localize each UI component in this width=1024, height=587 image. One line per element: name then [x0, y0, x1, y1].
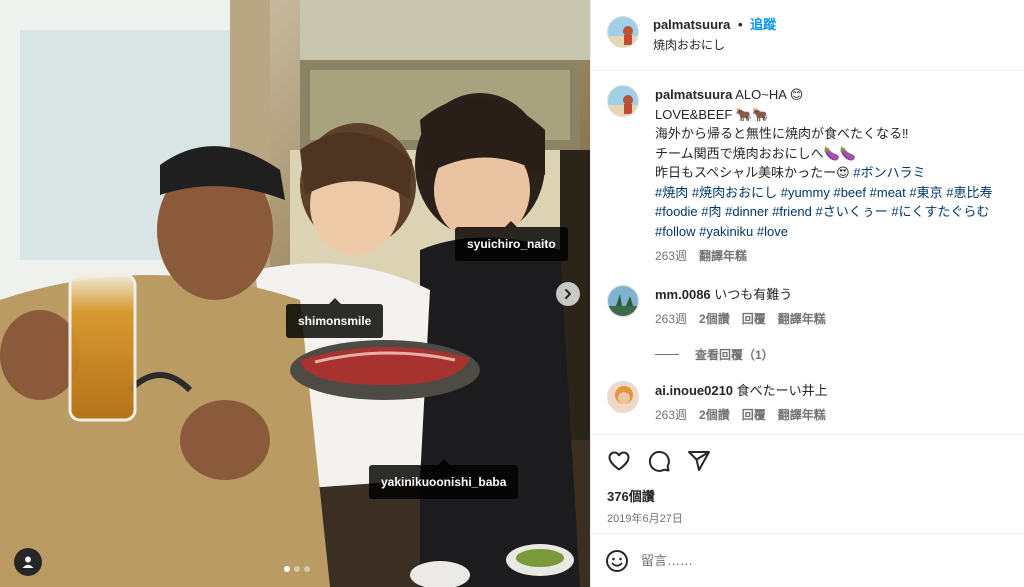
- photo-tag-label: syuichiro_naito: [467, 237, 556, 251]
- comment-button[interactable]: [639, 441, 679, 481]
- hashtag-link[interactable]: #焼肉: [655, 185, 688, 200]
- caption-line: チーム関西で焼肉おおにしへ🍆🍆: [655, 145, 856, 161]
- post-header: palmatsuura • 追蹤 焼肉おおにし: [591, 0, 1024, 71]
- avatar-image: [608, 285, 638, 316]
- caption-username[interactable]: palmatsuura: [655, 87, 732, 102]
- comment-row: mm.0086 いつも有難う 263週 2個讚 回覆 翻譯年糕: [607, 284, 1008, 330]
- caption-line: ALO~HA 😊: [735, 87, 804, 102]
- carousel-dot-active: [284, 566, 290, 572]
- photo-tag-syuichiro-naito[interactable]: syuichiro_naito: [455, 221, 568, 261]
- caption-body: palmatsuura ALO~HA 😊 LOVE&BEEF 🐂🐂 海外から帰る…: [655, 85, 1008, 267]
- hashtag-link[interactable]: #meat: [870, 185, 906, 200]
- caption-row: palmatsuura ALO~HA 😊 LOVE&BEEF 🐂🐂 海外から帰る…: [607, 85, 1008, 267]
- action-bar: [591, 434, 1024, 486]
- hashtag-link[interactable]: #さいくぅー: [816, 204, 888, 219]
- hashtag-link[interactable]: #dinner: [725, 204, 768, 219]
- post-date[interactable]: 2019年6月27日: [607, 510, 683, 526]
- hashtag-link[interactable]: #yakiniku: [699, 224, 753, 239]
- location-link[interactable]: 焼肉おおにし: [653, 36, 776, 54]
- post-sidebar: palmatsuura • 追蹤 焼肉おおにし palmatsuura ALO~…: [590, 0, 1024, 587]
- comment-body: ai.inoue0210 食べたーい井上 263週 2個讚 回覆 翻譯年糕: [655, 381, 1008, 426]
- caption-hashtags: #焼肉 #焼肉おおにし #yummy #beef #meat #東京 #恵比寿 …: [655, 183, 1008, 242]
- translate-button[interactable]: 翻譯年糕: [778, 406, 826, 426]
- comment-likes-count[interactable]: 2個讚: [699, 406, 730, 426]
- comment-likes-count[interactable]: 2個讚: [699, 310, 730, 330]
- author-username[interactable]: palmatsuura: [653, 17, 730, 32]
- comment-row: ai.inoue0210 食べたーい井上 263週 2個讚 回覆 翻譯年糕: [607, 380, 1008, 426]
- caption-line: 昨日もスペシャル美味かったー😍: [655, 165, 850, 180]
- avatar-image: [608, 86, 638, 116]
- hashtag-link[interactable]: #foodie: [655, 204, 698, 219]
- post-photo[interactable]: syuichiro_naito shimonsmile yakinikuooni…: [0, 0, 590, 587]
- comment-body: mm.0086 いつも有難う 263週 2個讚 回覆 翻譯年糕: [655, 285, 1008, 330]
- header-text: palmatsuura • 追蹤 焼肉おおにし: [653, 16, 776, 54]
- comment-username[interactable]: ai.inoue0210: [655, 383, 733, 398]
- comment-text: いつも有難う: [714, 286, 793, 302]
- hashtag-link[interactable]: #恵比寿: [946, 185, 992, 200]
- caption-meta: 263週 翻譯年糕: [655, 247, 1008, 267]
- carousel-dot: [304, 566, 310, 572]
- comment-username[interactable]: mm.0086: [655, 287, 711, 302]
- chevron-right-icon: [565, 289, 571, 299]
- hashtag-link[interactable]: #ボンハラミ: [853, 165, 925, 180]
- photo-tag-shimonsmile[interactable]: shimonsmile: [286, 298, 384, 338]
- carousel-dot: [294, 566, 300, 572]
- post-stats: 376個讚 2019年6月27日: [607, 488, 683, 526]
- hashtag-link[interactable]: #follow: [655, 224, 695, 239]
- hashtag-link[interactable]: #にくすたぐらむ: [891, 204, 989, 219]
- header-separator: •: [737, 17, 743, 32]
- replies-divider: [655, 353, 679, 355]
- user-tag-icon: [22, 556, 34, 568]
- caption-line: 海外から帰ると無性に焼肉が食べたくなる‼︎: [655, 126, 909, 141]
- like-button[interactable]: [599, 441, 639, 481]
- comment-composer: [591, 533, 1024, 587]
- hashtag-link[interactable]: #焼肉おおにし: [692, 185, 777, 200]
- hashtag-link[interactable]: #beef: [833, 185, 866, 200]
- comment-input[interactable]: [641, 553, 941, 568]
- reply-button[interactable]: 回覆: [742, 310, 766, 330]
- view-replies-button[interactable]: 查看回覆（1）: [655, 346, 1008, 363]
- comment-meta: 263週 2個讚 回覆 翻譯年糕: [655, 310, 1008, 330]
- avatar-image: [608, 381, 638, 412]
- caption-avatar[interactable]: [607, 85, 639, 117]
- hashtag-link[interactable]: #friend: [772, 204, 812, 219]
- share-icon: [688, 450, 710, 471]
- user-tags-button[interactable]: [14, 548, 42, 576]
- commenter-avatar[interactable]: [607, 284, 639, 317]
- likes-count[interactable]: 376個讚: [607, 488, 683, 506]
- follow-button[interactable]: 追蹤: [750, 17, 776, 32]
- hashtag-link[interactable]: #yummy: [781, 185, 830, 200]
- photo-tag-label: yakinikuoonishi_baba: [381, 475, 507, 489]
- translate-button[interactable]: 翻譯年糕: [778, 310, 826, 330]
- instagram-post: syuichiro_naito shimonsmile yakinikuooni…: [0, 0, 1024, 587]
- translate-button[interactable]: 翻譯年糕: [699, 247, 747, 267]
- comment-age: 263週: [655, 408, 688, 422]
- emoji-icon[interactable]: [605, 549, 629, 573]
- carousel-next-button[interactable]: [556, 282, 580, 306]
- reply-button[interactable]: 回覆: [742, 406, 766, 426]
- comment-meta: 263週 2個讚 回覆 翻譯年糕: [655, 406, 1008, 426]
- hashtag-link[interactable]: #love: [757, 224, 788, 239]
- photo-tag-yakinikuoonishi-baba[interactable]: yakinikuoonishi_baba: [369, 459, 519, 499]
- author-avatar[interactable]: [607, 16, 639, 48]
- comment-age: 263週: [655, 312, 688, 326]
- hashtag-link[interactable]: #肉: [701, 204, 721, 219]
- view-replies-label: 查看回覆（1）: [695, 347, 774, 362]
- caption-age: 263週: [655, 249, 688, 263]
- hashtag-link[interactable]: #東京: [909, 185, 942, 200]
- avatar-image: [608, 17, 638, 47]
- carousel-indicator: [284, 566, 310, 572]
- comments-section[interactable]: palmatsuura ALO~HA 😊 LOVE&BEEF 🐂🐂 海外から帰る…: [591, 71, 1024, 434]
- commenter-avatar[interactable]: [607, 380, 639, 413]
- comment-text: 食べたーい井上: [736, 382, 828, 398]
- comment-icon: [648, 450, 670, 472]
- caption-line: LOVE&BEEF 🐂🐂: [655, 106, 769, 122]
- share-button[interactable]: [679, 441, 719, 481]
- photo-tag-label: shimonsmile: [298, 314, 372, 328]
- heart-icon: [608, 451, 630, 470]
